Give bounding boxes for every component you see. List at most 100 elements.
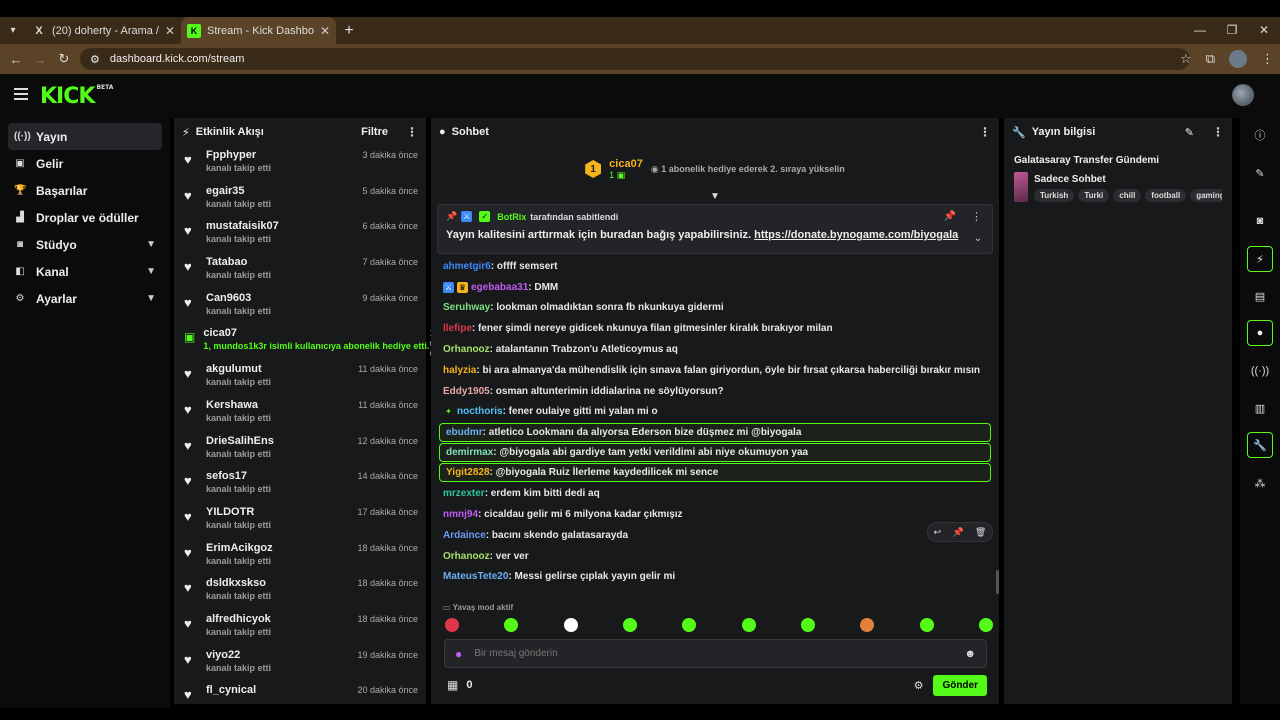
bookmark-star-icon[interactable]: ☆ — [1180, 51, 1192, 67]
sidebar-item-gelir[interactable]: ▣ Gelir — [8, 150, 162, 177]
more-options-icon[interactable]: ⋮ — [971, 210, 982, 223]
activity-username[interactable]: egair35 — [206, 184, 362, 198]
chat-username[interactable]: ahmetgir6 — [443, 261, 491, 272]
activity-item[interactable]: ♥ viyo22 kanalı takip etti 19 dakika önce — [174, 646, 426, 682]
activity-item[interactable]: ♥ mustafaisik07 kanalı takip etti 6 dakika … — [174, 217, 426, 253]
activity-username[interactable]: mustafaisik07 — [206, 219, 362, 233]
chat-message[interactable]: Orhanooz: atalantanın Trabzon'u Atletico… — [437, 339, 993, 360]
activity-item[interactable]: ♥ Can9603 kanalı takip etti 9 dakika önce — [174, 289, 426, 325]
emote-icon[interactable] — [741, 618, 756, 632]
emote-icon[interactable] — [800, 618, 815, 632]
activity-item[interactable]: ♥ YILDOTR kanalı takip etti 17 dakika önce — [174, 503, 426, 539]
unpin-icon[interactable]: 📌 — [944, 211, 956, 222]
chat-username[interactable]: MateusTete20 — [443, 571, 508, 582]
sidebar-item-basarilar[interactable]: 🏆 Başarılar — [8, 177, 162, 204]
emote-icon[interactable] — [860, 618, 875, 632]
kick-logo[interactable]: KICK BETA — [40, 84, 113, 109]
chevron-down-icon[interactable]: ▼ — [146, 239, 156, 250]
activity-item[interactable]: ♥ Fpphyper kanalı takip etti 3 dakika önce — [174, 146, 426, 182]
chat-message[interactable]: Seruhway: lookman olmadıktan sonra fb nk… — [437, 298, 993, 319]
pinned-by-user[interactable]: BotRix — [497, 212, 526, 222]
activity-item[interactable]: ♥ dsldkxskso kanalı takip etti 18 dakika ön… — [174, 574, 426, 610]
extensions-puzzle-icon[interactable]: ⧉ — [1206, 51, 1215, 67]
forward-arrow-icon[interactable]: → — [28, 52, 52, 67]
chat-username[interactable]: Ardaince — [443, 530, 486, 541]
browser-tab-x[interactable]: X (20) doherty - Arama / X ✕ — [26, 17, 181, 44]
info-icon[interactable]: ⓘ — [1247, 122, 1273, 148]
chat-message[interactable]: Orhanooz: ver ver — [437, 546, 993, 567]
broadcast-icon[interactable]: ((·)) — [1247, 358, 1273, 384]
minimize-icon[interactable]: — — [1184, 17, 1216, 44]
chat-message[interactable]: ebudmr: atletico Lookmanı da alıyorsa Ed… — [439, 423, 991, 443]
stream-tag[interactable]: Turkish — [1034, 189, 1075, 202]
stream-tag[interactable]: football — [1145, 189, 1187, 202]
stream-tag[interactable]: chill — [1113, 189, 1142, 202]
activity-username[interactable]: dsldkxskso — [206, 576, 357, 590]
sidebar-item-droplar[interactable]: ▟ Droplar ve ödüller — [8, 204, 162, 231]
chat-message-input[interactable] — [474, 648, 953, 659]
address-bar[interactable]: ⚙ dashboard.kick.com/stream — [80, 48, 1190, 70]
sidebar-item-studyo[interactable]: ◙ Stüdyo ▼ — [8, 231, 162, 258]
pin-message-icon[interactable]: 📌 — [952, 527, 963, 538]
emote-icon[interactable] — [978, 618, 993, 632]
chat-bubble-icon[interactable]: ● — [1247, 320, 1273, 346]
chat-message[interactable]: halyzia: bi ara almanya'da mühendislik i… — [437, 360, 993, 381]
activity-item[interactable]: ♥ ErimAcikgoz kanalı takip etti 18 dakika ö… — [174, 539, 426, 575]
activity-item[interactable]: ♥ fl_cynical 20 dakika önce — [174, 681, 426, 717]
activity-username[interactable]: akgulumut — [206, 362, 358, 376]
chat-username[interactable]: Orhanooz — [443, 344, 490, 355]
filter-button[interactable]: Filtre — [361, 126, 388, 138]
activity-item[interactable]: ▣ cica07 1, mundos1k3r isimli kullanıcıya … — [174, 324, 455, 360]
close-icon[interactable]: ✕ — [165, 24, 175, 38]
chat-message[interactable]: Ardaince: bacını skendo galatasarayda — [437, 525, 993, 546]
activity-username[interactable]: ErimAcikgoz — [206, 541, 357, 555]
activity-username[interactable]: YILDOTR — [206, 505, 357, 519]
stream-tag[interactable]: gaming — [1190, 189, 1222, 202]
close-window-icon[interactable]: ✕ — [1248, 17, 1280, 44]
activity-username[interactable]: alfredhicyok — [206, 612, 357, 626]
sidebar-item-kanal[interactable]: ◧ Kanal ▼ — [8, 258, 162, 285]
activity-username[interactable]: Can9603 — [206, 291, 362, 305]
chat-message[interactable]: llefipe: fener şimdi nereye gidicek nkun… — [437, 318, 993, 339]
edit-pencil-icon[interactable]: ✎ — [1247, 160, 1273, 186]
edit-pencil-icon[interactable]: ✎ — [1185, 126, 1194, 139]
activity-username[interactable]: fl_cynical — [206, 683, 357, 697]
activity-username[interactable]: Tatabao — [206, 255, 362, 269]
chat-message[interactable]: ahmetgir6: offff semsert — [437, 256, 993, 277]
activity-item[interactable]: ♥ Kershawa kanalı takip etti 11 dakika önce — [174, 396, 426, 432]
emoji-icon[interactable]: ☻ — [964, 648, 976, 660]
emote-icon[interactable] — [504, 618, 519, 632]
emote-icon[interactable] — [445, 618, 459, 632]
new-tab-plus-icon[interactable]: + — [336, 22, 362, 40]
activity-username[interactable]: Kershawa — [206, 398, 358, 412]
sidebar-item-ayarlar[interactable]: ⚙ Ayarlar ▼ — [8, 285, 162, 312]
stream-tag[interactable]: Turki — [1078, 189, 1110, 202]
chat-username[interactable]: egebabaa31 — [471, 282, 528, 293]
bolt-icon[interactable]: ⚡ — [1247, 246, 1273, 272]
sidebar-item-yayin[interactable]: ((·)) Yayın — [8, 123, 162, 150]
emote-icon[interactable] — [919, 618, 934, 632]
chat-username[interactable]: mrzexter — [443, 488, 485, 499]
send-button[interactable]: Gönder — [933, 674, 987, 696]
chat-message[interactable]: nmnj94: cicaldau gelir mi 6 milyona kada… — [437, 504, 993, 525]
chevron-down-icon[interactable]: ⌄ — [974, 233, 982, 244]
activity-username[interactable]: viyo22 — [206, 648, 357, 662]
browser-menu-icon[interactable]: ⋮ — [1261, 51, 1274, 67]
chat-message[interactable]: demirmax: @biyogala abi gardiye tam yetk… — [439, 443, 991, 463]
activity-item[interactable]: ♥ akgulumut kanalı takip etti 11 dakika önc… — [174, 360, 426, 396]
activity-item[interactable]: ♥ alfredhicyok kanalı takip etti 18 dakika … — [174, 610, 426, 646]
activity-item[interactable]: ♥ egair35 kanalı takip etti 5 dakika önce — [174, 182, 426, 218]
sub-gift-leaderboard[interactable]: 1 cica07 1 ▣ ◉ 1 abonelik hediye ederek … — [431, 148, 999, 190]
chevron-down-icon[interactable]: ▼ — [146, 293, 156, 304]
emote-icon[interactable] — [622, 618, 637, 632]
chat-username[interactable]: nmnj94 — [443, 509, 478, 520]
collapse-arrow-icon[interactable]: ▼ — [431, 190, 999, 204]
activity-item[interactable]: ♥ Tatabao kanalı takip etti 7 dakika önce — [174, 253, 426, 289]
chat-message[interactable]: ✦ nocthoris: fener oulaiye gitti mi yalan… — [437, 402, 993, 423]
wrench-icon[interactable]: 🔧 — [1247, 432, 1273, 458]
microphone-icon[interactable]: ● — [455, 647, 462, 661]
chat-username[interactable]: ebudmr — [446, 427, 483, 438]
chat-message[interactable]: MateusTete20: Messi gelirse çıplak yayın… — [437, 567, 993, 588]
chat-message[interactable]: ⚔ ♛ egebabaa31: DMM — [437, 277, 993, 298]
browser-profile-avatar[interactable] — [1229, 50, 1247, 68]
